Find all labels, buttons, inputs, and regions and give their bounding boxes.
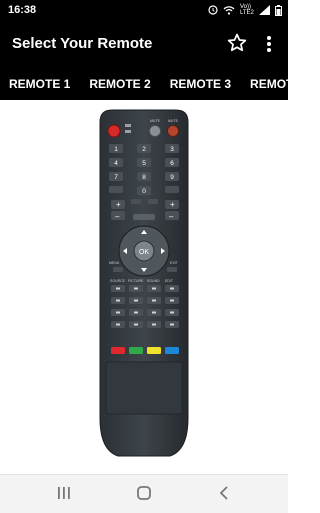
number-key-label: 8 (142, 174, 146, 181)
number-key-label: 5 (142, 160, 146, 167)
alarm-icon (208, 5, 218, 15)
status-time: 16:38 (8, 4, 37, 16)
mute-label-2: MUTE (168, 119, 179, 123)
number-key-label: 1 (114, 146, 118, 153)
tv-remote-image[interactable]: MUTE MUTE 1 2 3 4 5 6 7 8 9 0 + – + – OK MENU EXIT… (0, 100, 288, 474)
battery-icon (275, 4, 282, 16)
svg-text:+: + (170, 200, 175, 209)
media-key-glyph (134, 287, 138, 290)
tab-remote-1[interactable]: REMOTE 1 (9, 66, 70, 100)
mute-button (149, 125, 161, 137)
back-icon[interactable] (216, 484, 232, 502)
color-key-0 (111, 347, 125, 354)
remote-tabs: REMOTE 1 REMOTE 2 REMOTE 3 REMOTE 4 (0, 66, 311, 100)
remote-bottom-panel (105, 361, 183, 415)
remote-image-area: MUTE MUTE 1 2 3 4 5 6 7 8 9 0 + – + – OK MENU EXIT… (0, 100, 288, 474)
media-key-glyph (116, 323, 120, 326)
navigation-bar (0, 474, 288, 513)
number-key-label: 0 (142, 188, 146, 195)
media-key-glyph (134, 323, 138, 326)
number-key-label: 6 (170, 160, 174, 167)
media-key-glyph (116, 311, 120, 314)
signal-icon (259, 5, 270, 15)
tab-remote-2[interactable]: REMOTE 2 (89, 66, 150, 100)
power-button (107, 124, 121, 138)
exit-button (167, 267, 177, 272)
media-key-glyph (116, 299, 120, 302)
color-key-2 (147, 347, 161, 354)
aux-key-1 (165, 186, 179, 193)
media-key-glyph (134, 299, 138, 302)
small-button-b (148, 199, 158, 204)
function-label: SOURCE (110, 279, 126, 283)
number-key-label: 4 (114, 160, 118, 167)
app-title: Select Your Remote (12, 35, 153, 52)
mute-label-1: MUTE (150, 119, 161, 123)
color-key-3 (165, 347, 179, 354)
media-key-glyph (152, 311, 156, 314)
media-key-glyph (170, 323, 174, 326)
guide-button (133, 214, 155, 220)
tab-remote-3[interactable]: REMOTE 3 (170, 66, 231, 100)
overflow-menu-icon[interactable] (262, 34, 276, 54)
media-key-glyph (170, 311, 174, 314)
color-key-1 (129, 347, 143, 354)
network-label: Vo)) LTE2 (240, 4, 254, 16)
number-key-label: 3 (170, 146, 174, 153)
small-button-a (131, 199, 141, 204)
recent-apps-icon[interactable] (56, 484, 72, 502)
function-label: EDIT (165, 279, 174, 283)
media-key-glyph (170, 287, 174, 290)
tab-remote-4[interactable]: REMOTE 4 (250, 66, 311, 100)
home-icon[interactable] (136, 484, 152, 502)
svg-text:–: – (115, 212, 120, 221)
status-icons: Vo)) LTE2 (208, 4, 282, 16)
media-key-glyph (116, 287, 120, 290)
number-key-label: 2 (142, 146, 146, 153)
function-label: SOUND (147, 279, 160, 283)
aux-key-0 (109, 186, 123, 193)
media-key-glyph (152, 287, 156, 290)
number-key-label: 9 (170, 174, 174, 181)
svg-text:–: – (169, 212, 174, 221)
function-label: PICTURE (128, 279, 144, 283)
menu-button (113, 267, 123, 272)
status-bar: 16:38 Vo)) LTE2 (0, 0, 288, 22)
app-bar: Select Your Remote (0, 22, 288, 66)
media-key-glyph (134, 311, 138, 314)
function-label: EXIT (170, 261, 179, 265)
media-key-glyph (170, 299, 174, 302)
mute-button-2 (167, 125, 179, 137)
favorite-star-icon[interactable] (226, 32, 248, 54)
number-key-label: 7 (114, 174, 118, 181)
svg-text:+: + (116, 200, 121, 209)
media-key-glyph (152, 299, 156, 302)
ok-label: OK (139, 249, 149, 256)
wifi-icon (223, 6, 235, 15)
media-key-glyph (152, 323, 156, 326)
function-label: MENU (109, 261, 120, 265)
